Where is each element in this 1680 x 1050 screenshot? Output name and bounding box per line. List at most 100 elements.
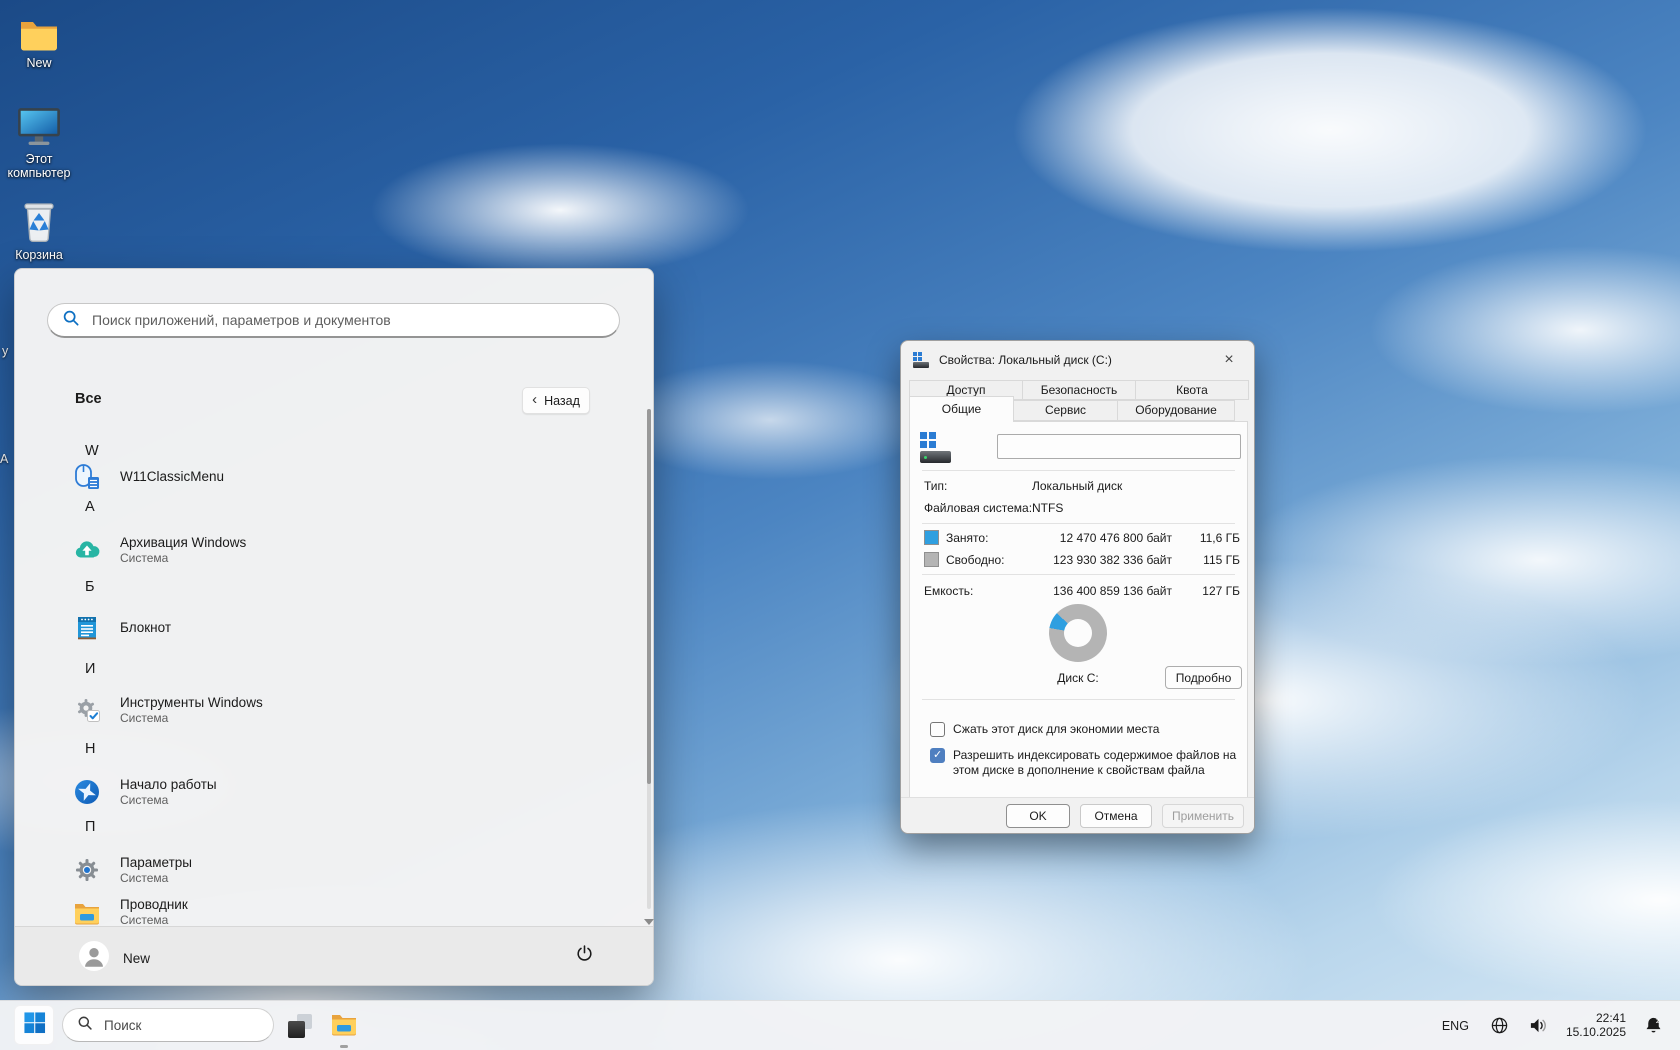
folder-icon xyxy=(0,6,78,52)
app-subtitle: Система xyxy=(120,711,263,726)
close-icon[interactable] xyxy=(1216,348,1242,372)
free-bytes: 123 930 382 336 байт xyxy=(1012,553,1172,567)
dialog-titlebar[interactable]: Свойства: Локальный диск (C:) xyxy=(901,341,1254,379)
details-button[interactable]: Подробно xyxy=(1165,666,1242,689)
svg-text:z: z xyxy=(1656,1016,1660,1025)
notepad-icon xyxy=(73,614,101,642)
free-size: 115 ГБ xyxy=(1178,553,1240,567)
scrollbar-thumb[interactable] xyxy=(647,409,651,784)
start-menu-panel: Все Назад W А Б И Н П W11ClassicMenu xyxy=(14,268,654,986)
app-name: Блокнот xyxy=(120,620,171,636)
windows-logo-icon xyxy=(23,1011,46,1039)
free-color-swatch xyxy=(924,552,939,567)
search-icon xyxy=(77,1015,93,1036)
used-space-row: Занято: 12 470 476 800 байт 11,6 ГБ xyxy=(924,530,1240,546)
apply-button[interactable]: Применить xyxy=(1162,804,1244,828)
desktop-icon-label: New xyxy=(0,56,78,70)
language-indicator[interactable]: ENG xyxy=(1438,1015,1473,1037)
app-item-notepad[interactable]: Блокнот xyxy=(73,605,593,651)
clock[interactable]: 22:41 15.10.2025 xyxy=(1566,1012,1626,1039)
ok-button[interactable]: OK xyxy=(1006,804,1070,828)
network-globe-icon[interactable] xyxy=(1488,1014,1511,1037)
app-name: Инструменты Windows xyxy=(120,695,263,711)
tray-time: 22:41 xyxy=(1566,1012,1626,1026)
divider xyxy=(922,574,1235,575)
all-apps-heading: Все xyxy=(75,391,102,407)
filesystem-value: NTFS xyxy=(1032,501,1063,515)
start-button[interactable] xyxy=(14,1005,54,1045)
start-search-box[interactable] xyxy=(47,303,620,338)
app-item-windows-backup[interactable]: Архивация Windows Система xyxy=(73,527,593,573)
capacity-bytes: 136 400 859 136 байт xyxy=(1012,584,1172,598)
compress-drive-checkbox[interactable]: Сжать этот диск для экономии места xyxy=(930,722,1233,737)
letter-header-p[interactable]: П xyxy=(85,819,95,835)
explorer-folder-icon xyxy=(330,1011,358,1041)
tab-general[interactable]: Общие xyxy=(909,396,1014,422)
taskbar: ENG 22:41 15.10.2025 xyxy=(0,1000,1680,1050)
back-button[interactable]: Назад xyxy=(522,387,590,414)
mouse-icon xyxy=(73,463,101,491)
app-name: Проводник xyxy=(120,897,188,913)
speaker-icon[interactable] xyxy=(1526,1014,1551,1037)
desktop-icon-new-folder[interactable]: New xyxy=(0,6,78,70)
disk-properties-dialog: Свойства: Локальный диск (C:) Доступ Без… xyxy=(900,340,1255,834)
tab-hardware[interactable]: Оборудование xyxy=(1117,400,1235,421)
scrollbar-down-arrow-icon[interactable] xyxy=(644,919,654,925)
back-button-label: Назад xyxy=(544,394,580,408)
filesystem-row: Файловая система: NTFS xyxy=(924,501,1032,515)
volume-label-input[interactable] xyxy=(997,434,1241,459)
app-item-windows-tools[interactable]: Инструменты Windows Система xyxy=(73,687,593,733)
app-subtitle: Система xyxy=(120,551,246,566)
search-icon xyxy=(62,309,80,332)
desktop-icon-label: Корзина xyxy=(0,248,78,262)
explorer-folder-icon xyxy=(73,898,101,926)
taskbar-app-file-explorer[interactable] xyxy=(327,1009,361,1043)
desktop-icon-label: Этот компьютер xyxy=(0,152,78,180)
user-name-label: New xyxy=(123,951,150,966)
taskbar-search-box[interactable] xyxy=(62,1008,274,1042)
power-button[interactable] xyxy=(567,939,601,973)
tab-security[interactable]: Безопасность xyxy=(1022,380,1136,400)
clipped-desktop-label: у xyxy=(2,344,8,358)
user-account-button[interactable]: New xyxy=(79,941,150,976)
letter-header-a[interactable]: А xyxy=(85,499,95,515)
tab-row-front: Общие Сервис Оборудование xyxy=(909,400,1248,421)
app-item-get-started[interactable]: Начало работы Система xyxy=(73,769,593,815)
start-menu-footer: New xyxy=(15,926,653,985)
start-search-input[interactable] xyxy=(90,311,605,329)
divider xyxy=(922,470,1235,471)
app-item-w11classicmenu[interactable]: W11ClassicMenu xyxy=(73,454,593,500)
app-subtitle: Система xyxy=(120,871,192,886)
taskbar-app-classicmenu[interactable] xyxy=(283,1009,317,1043)
computer-icon xyxy=(0,102,78,148)
tools-icon xyxy=(73,696,101,724)
disk-c-label: Диск C: xyxy=(1019,671,1137,685)
tab-tools[interactable]: Сервис xyxy=(1013,400,1118,421)
running-app-indicator xyxy=(340,1045,348,1048)
cancel-button[interactable]: Отмена xyxy=(1080,804,1152,828)
allow-indexing-checkbox[interactable]: Разрешить индексировать содержимое файло… xyxy=(930,748,1242,778)
used-bytes: 12 470 476 800 байт xyxy=(1012,531,1172,545)
letter-header-n[interactable]: Н xyxy=(85,741,95,757)
cloud-backup-icon xyxy=(73,536,101,564)
compress-drive-label: Сжать этот диск для экономии места xyxy=(953,722,1159,737)
drive-icon xyxy=(913,352,930,368)
general-tab-page: Тип: Локальный диск Файловая система: NT… xyxy=(909,421,1248,799)
overlapping-squares-icon xyxy=(288,1014,312,1038)
app-item-settings[interactable]: Параметры Система xyxy=(73,847,593,893)
desktop-icon-recycle-bin[interactable]: Корзина xyxy=(0,198,78,262)
power-icon xyxy=(574,943,595,969)
desktop-icon-this-pc[interactable]: Этот компьютер xyxy=(0,102,78,180)
taskbar-search-input[interactable] xyxy=(102,1017,246,1034)
letter-header-i[interactable]: И xyxy=(85,661,95,677)
user-avatar-icon xyxy=(79,941,109,976)
filesystem-label: Файловая система: xyxy=(924,501,1032,515)
tab-quota[interactable]: Квота xyxy=(1135,380,1249,400)
clipped-desktop-label: А xyxy=(0,452,8,466)
get-started-icon xyxy=(73,778,101,806)
checkbox-checked-icon xyxy=(930,748,945,763)
allow-indexing-label: Разрешить индексировать содержимое файло… xyxy=(953,748,1242,778)
notification-bell-icon[interactable]: z xyxy=(1641,1013,1666,1038)
free-space-row: Свободно: 123 930 382 336 байт 115 ГБ xyxy=(924,552,1240,568)
letter-header-b[interactable]: Б xyxy=(85,579,95,595)
